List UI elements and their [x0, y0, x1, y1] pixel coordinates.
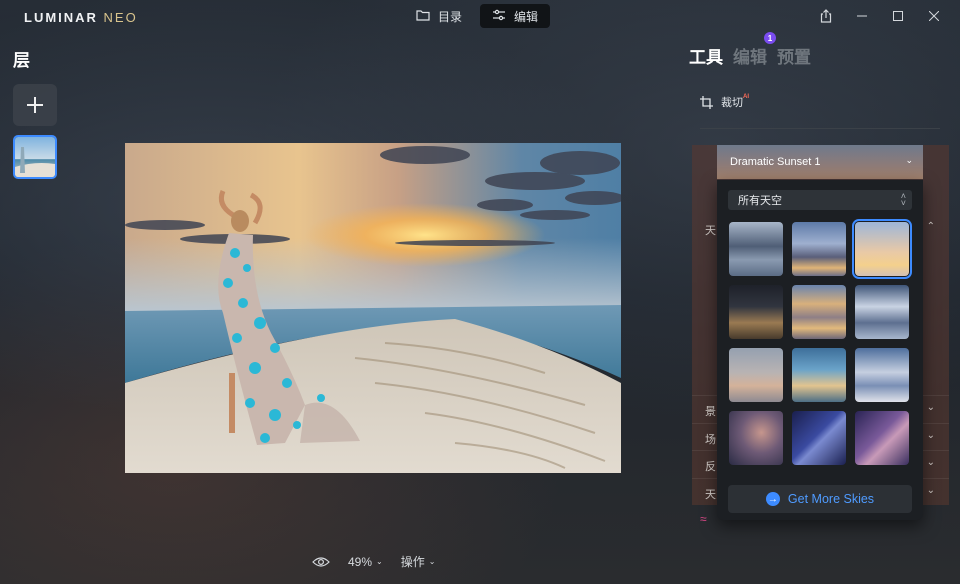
plus-icon	[27, 97, 43, 113]
zoom-value: 49%	[348, 554, 373, 569]
tab-edit[interactable]: 编辑	[480, 4, 551, 28]
sky-thumbnail[interactable]	[792, 222, 846, 276]
sky-thumbnail[interactable]	[792, 411, 846, 465]
ai-badge: AI	[743, 94, 749, 100]
panel-divider	[700, 128, 940, 129]
sky-select-dropdown[interactable]: Dramatic Sunset 1 ⌄	[717, 145, 923, 179]
layer-thumbnail[interactable]	[13, 135, 57, 179]
bottom-bar: 49% ⌄ 操作 ⌄	[312, 553, 435, 570]
top-tabs: 目录 编辑	[404, 4, 551, 28]
tab-catalog[interactable]: 目录	[404, 4, 474, 28]
sky-thumbnail[interactable]	[792, 285, 846, 339]
crop-tool[interactable]: 裁切AI	[700, 94, 749, 110]
sky-thumbnail[interactable]	[729, 348, 783, 402]
sky-thumbnail[interactable]	[729, 285, 783, 339]
actions-dropdown[interactable]: 操作 ⌄	[401, 553, 436, 570]
crop-label: 裁切	[721, 97, 743, 109]
logo-sub: NEO	[103, 10, 138, 25]
chevron-down-icon: ⌄	[926, 485, 935, 496]
tool-row-label: 天	[705, 225, 716, 237]
wave-icon: ≈	[700, 512, 706, 526]
chevron-up-icon: ⌃	[926, 221, 935, 232]
panel-tabs: 工具 编辑 1 预置	[689, 32, 811, 68]
sky-thumbnail[interactable]	[855, 348, 909, 402]
add-layer-button[interactable]	[13, 84, 57, 126]
layers-title: 层	[13, 51, 30, 70]
tab-presets[interactable]: 预置	[777, 43, 811, 68]
app-logo: LUMINAR NEO	[24, 10, 138, 25]
logo-main: LUMINAR	[24, 10, 104, 25]
sky-grid	[729, 219, 912, 465]
tool-row-label: 景	[705, 406, 716, 418]
preview-toggle[interactable]	[312, 556, 330, 568]
sky-picker-popup: 所有天空 ˄ ˅ → Get More Skies	[717, 180, 923, 520]
sky-thumbnail[interactable]	[855, 411, 909, 465]
share-icon[interactable]	[808, 6, 844, 26]
sky-filter-value: 所有天空	[738, 195, 782, 207]
sky-thumbnail[interactable]	[729, 411, 783, 465]
sky-thumbnail-selected[interactable]	[852, 219, 912, 279]
arrow-right-icon: →	[765, 492, 780, 506]
updown-icon: ˄ ˅	[900, 191, 906, 208]
window-controls	[808, 6, 952, 26]
crop-icon	[700, 95, 713, 109]
sliders-icon	[492, 9, 506, 24]
chevron-down-icon: ⌄	[926, 430, 935, 441]
tab-edits-label: 编辑	[733, 48, 767, 67]
tab-catalog-label: 目录	[438, 9, 463, 24]
close-icon[interactable]	[916, 6, 952, 26]
get-more-skies-button[interactable]: → Get More Skies	[728, 485, 912, 513]
actions-label: 操作	[400, 555, 425, 569]
tab-tools[interactable]: 工具	[689, 43, 723, 68]
eye-icon	[312, 556, 330, 567]
chevron-down-icon: ⌄	[926, 402, 935, 413]
sky-thumbnail[interactable]	[729, 222, 783, 276]
tool-row-label: 场	[705, 434, 716, 446]
maximize-icon[interactable]	[880, 6, 916, 26]
edits-count-badge: 1	[764, 32, 776, 44]
minimize-icon[interactable]	[844, 6, 880, 26]
folder-icon	[416, 9, 430, 24]
zoom-dropdown[interactable]: 49% ⌄	[348, 555, 383, 569]
chevron-down-icon: ⌄	[428, 557, 436, 566]
chevron-down-icon: ⌄	[926, 457, 935, 468]
tool-row-label: 反	[705, 461, 716, 473]
sky-filter-select[interactable]: 所有天空 ˄ ˅	[728, 190, 912, 210]
tool-row-label: 天	[705, 489, 716, 501]
photo-canvas[interactable]	[125, 143, 621, 473]
sky-thumbnail[interactable]	[792, 348, 846, 402]
sky-thumbnail[interactable]	[855, 285, 909, 339]
tab-edits[interactable]: 编辑 1	[733, 32, 776, 68]
tab-edit-label: 编辑	[514, 9, 539, 24]
sky-select-value: Dramatic Sunset 1	[730, 156, 821, 168]
chevron-down-icon: ⌄	[376, 557, 383, 566]
get-more-label: Get More Skies	[787, 492, 875, 506]
chevron-down-icon: ⌄	[905, 155, 913, 165]
